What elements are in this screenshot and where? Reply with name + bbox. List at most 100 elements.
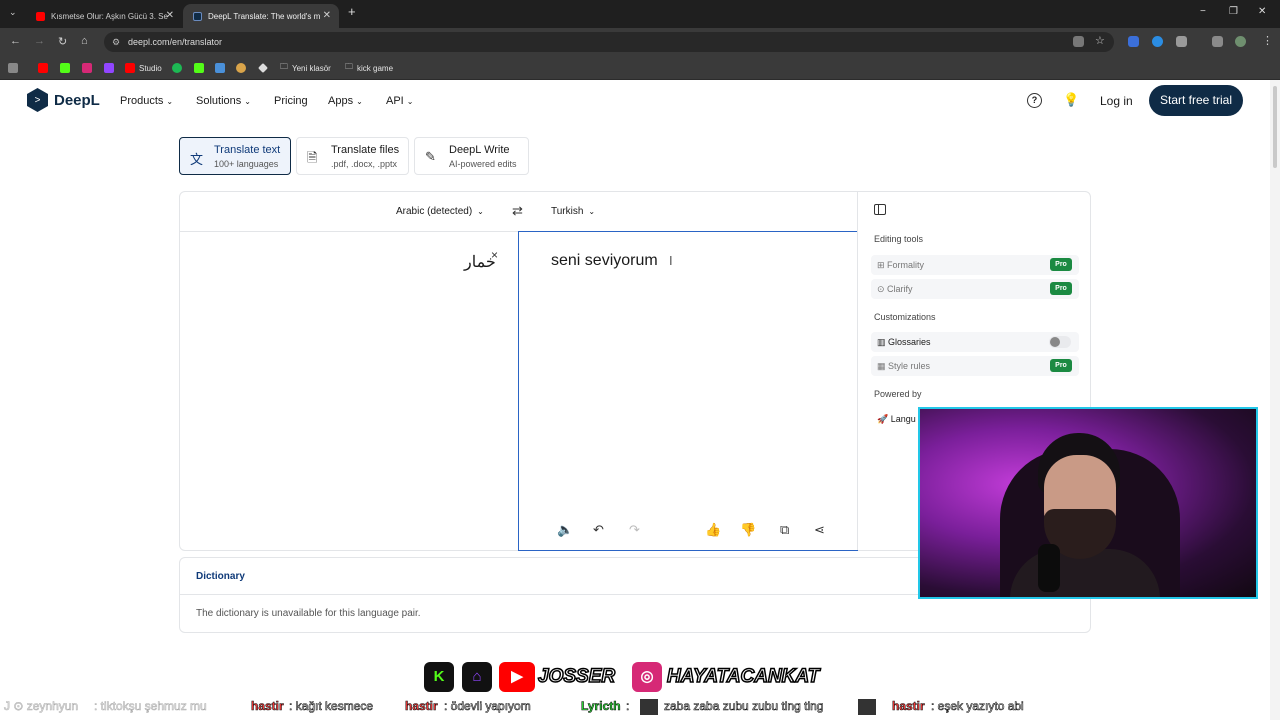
browser-menu-icon[interactable]: ⋮ <box>1262 34 1273 47</box>
login-link[interactable]: Log in <box>1100 94 1133 108</box>
dictionary-message: The dictionary is unavailable for this l… <box>196 608 421 619</box>
tab-search-icon[interactable]: ⌄ <box>9 7 17 18</box>
nav-label: Solutions <box>196 95 242 107</box>
bookmark-twitch-icon[interactable] <box>104 62 118 74</box>
clarify-icon: ⊙ <box>877 284 888 294</box>
close-tab-icon[interactable]: ✕ <box>323 10 331 21</box>
deepl-logo[interactable]: > DeepL <box>27 88 100 112</box>
maximize-button[interactable]: ❐ <box>1229 6 1238 17</box>
ticker-message: : ödevli yapıyom <box>444 699 531 714</box>
translate-icon: 文 <box>190 152 204 167</box>
bookmark-label: Yeni klasör <box>292 63 331 73</box>
sidebar-toggle-icon[interactable] <box>874 204 886 215</box>
ticker-message: : <box>626 699 630 714</box>
youtube-studio-icon <box>125 63 135 73</box>
ticker-user: J ⊙ zeynhyun <box>4 699 79 714</box>
translate-text-tab[interactable]: 文 Translate text 100+ languages <box>179 137 291 175</box>
bookmark-site-icon[interactable] <box>258 62 272 74</box>
close-tab-icon[interactable]: ✕ <box>166 10 174 21</box>
bookmark-kick-icon[interactable] <box>60 62 74 74</box>
bookmark-folder-kick-game[interactable]: 🗀 kick game <box>345 62 393 74</box>
copy-icon[interactable]: ⧉ <box>780 522 789 538</box>
url-field[interactable]: ⚙ deepl.com/en/translator <box>104 32 1114 52</box>
mode-subtitle: 100+ languages <box>214 159 279 169</box>
extension-icon[interactable] <box>1128 36 1139 47</box>
formality-option[interactable]: ⊞ Formality Pro <box>871 255 1079 275</box>
forward-icon[interactable]: → <box>34 35 45 47</box>
close-window-button[interactable]: ✕ <box>1258 6 1266 17</box>
nav-products[interactable]: Products ⌄ <box>120 95 173 107</box>
bookmark-site-icon[interactable] <box>236 62 250 74</box>
bookmark-site-icon[interactable] <box>215 62 229 74</box>
home-icon[interactable]: ⌂ <box>81 35 88 47</box>
channel-name: JOSSER <box>537 665 616 688</box>
powered-by-heading: Powered by <box>874 389 922 399</box>
swap-languages-icon[interactable]: ⇄ <box>512 203 523 219</box>
text-cursor-icon: I <box>669 253 673 268</box>
option-label: Langu <box>890 414 916 424</box>
glossaries-toggle[interactable] <box>1049 336 1071 348</box>
deepl-write-tab[interactable]: ✎ DeepL Write AI-powered edits <box>414 137 529 175</box>
tab-deepl[interactable]: DeepL Translate: The world's m ✕ <box>183 4 339 28</box>
nav-apps[interactable]: Apps ⌄ <box>328 95 363 107</box>
ticker-message: : eşek yazıyto abi <box>931 699 1024 714</box>
file-icon: 🗎 <box>307 150 318 165</box>
youtube-logo-icon: ▶ <box>499 662 535 692</box>
clear-text-icon[interactable]: × <box>491 248 498 262</box>
thumbs-down-icon[interactable]: 👎 <box>740 522 756 538</box>
translate-page-icon[interactable] <box>1073 36 1084 47</box>
help-icon[interactable]: ? <box>1027 93 1042 108</box>
bookmark-studio[interactable]: Studio <box>125 62 162 74</box>
nav-api[interactable]: API ⌄ <box>386 95 413 107</box>
editing-tools-heading: Editing tools <box>874 234 924 244</box>
nav-pricing[interactable]: Pricing <box>274 95 308 107</box>
redo-icon[interactable]: ↷ <box>629 522 640 538</box>
translation-output[interactable]: seni seviyorum <box>551 252 658 270</box>
reload-icon[interactable]: ↻ <box>58 35 67 48</box>
target-language-select[interactable]: Turkish ⌄ <box>551 206 595 217</box>
nav-solutions[interactable]: Solutions ⌄ <box>196 95 251 107</box>
clarify-option[interactable]: ⊙ Clarify Pro <box>871 279 1079 299</box>
translate-files-tab[interactable]: 🗎 Translate files .pdf, .docx, .pptx <box>296 137 409 175</box>
new-tab-button[interactable]: + <box>348 4 356 19</box>
target-language-label: Turkish <box>551 206 584 217</box>
chevron-down-icon: ⌄ <box>477 207 484 216</box>
target-text-area[interactable]: seni seviyorum I 🔈 ↶ ↷ 👍 👎 ⧉ ⋖ <box>518 231 858 551</box>
lightbulb-icon[interactable]: 💡 <box>1063 92 1079 108</box>
bookmark-star-icon[interactable]: ☆ <box>1095 34 1105 47</box>
thumbs-up-icon[interactable]: 👍 <box>705 522 721 538</box>
site-info-icon[interactable]: ⚙ <box>112 37 120 48</box>
source-language-select[interactable]: Arabic (detected) ⌄ <box>396 206 484 217</box>
mode-title: Translate text <box>214 144 281 156</box>
youtube-favicon-icon <box>36 11 45 21</box>
start-free-trial-button[interactable]: Start free trial <box>1149 85 1243 116</box>
pro-badge: Pro <box>1050 282 1072 295</box>
formality-icon: ⊞ <box>877 260 888 270</box>
page-scrollbar[interactable] <box>1270 80 1280 720</box>
bookmark-spotify-icon[interactable] <box>172 62 186 74</box>
bookmark-kick-icon[interactable] <box>194 62 208 74</box>
glossaries-option[interactable]: ▥ Glossaries <box>871 332 1079 352</box>
reading-list-icon[interactable] <box>1212 36 1223 47</box>
customizations-heading: Customizations <box>874 312 936 322</box>
apps-grid-icon[interactable] <box>8 62 22 74</box>
tab-kismetse[interactable]: Kısmetse Olur: Aşkın Gücü 3. Se ✕ <box>26 4 182 28</box>
style-rules-option[interactable]: ▦ Style rules Pro <box>871 356 1079 376</box>
bookmark-folder-yeni[interactable]: 🗀 Yeni klasör <box>280 62 331 74</box>
undo-icon[interactable]: ↶ <box>593 522 604 538</box>
extensions-puzzle-icon[interactable] <box>1176 36 1187 47</box>
emote-image <box>858 699 876 715</box>
share-icon[interactable]: ⋖ <box>814 522 825 538</box>
tab-title: DeepL Translate: The world's m <box>208 11 321 21</box>
bookmark-youtube-icon[interactable] <box>38 62 52 74</box>
extension-icon[interactable] <box>1152 36 1163 47</box>
profile-avatar-icon[interactable] <box>1235 36 1246 47</box>
bookmark-instagram-icon[interactable] <box>82 62 96 74</box>
scrollbar-thumb[interactable] <box>1273 86 1277 168</box>
ticker-message: : kağıt kesmece <box>289 699 374 714</box>
logo-text: DeepL <box>54 91 100 109</box>
minimize-button[interactable]: − <box>1200 6 1206 17</box>
back-icon[interactable]: ← <box>10 35 21 47</box>
speaker-icon[interactable]: 🔈 <box>557 522 573 538</box>
bookmark-label: Studio <box>139 63 162 73</box>
